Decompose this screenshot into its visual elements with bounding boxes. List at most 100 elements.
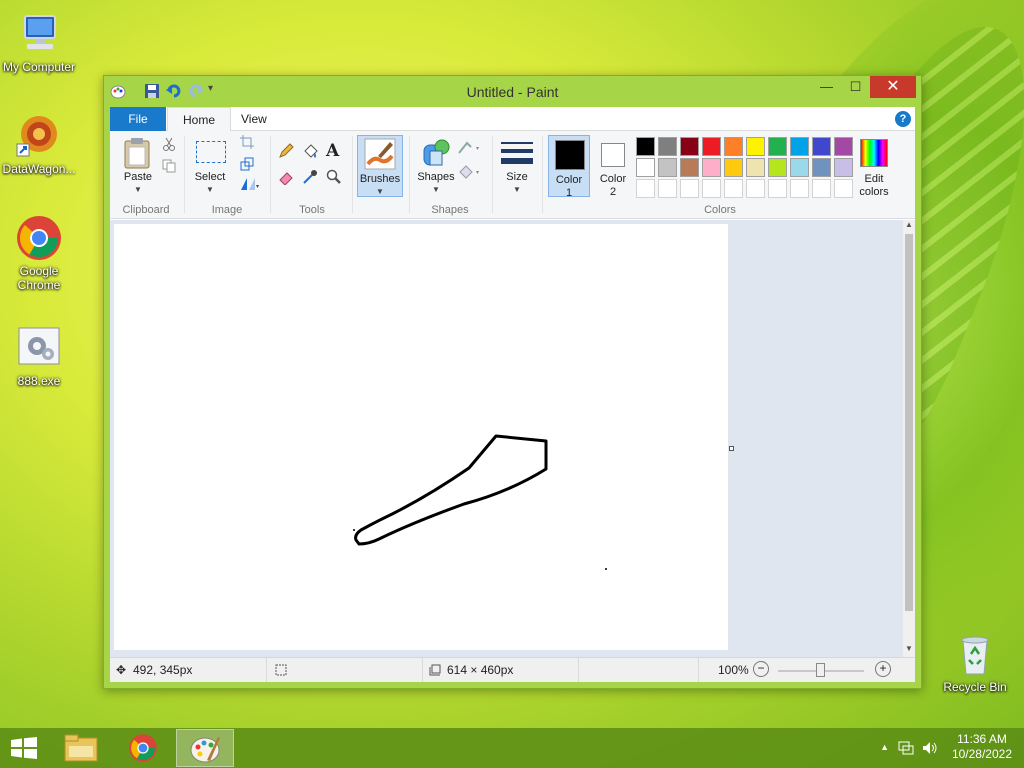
- color-swatch[interactable]: [636, 158, 655, 177]
- color-swatch[interactable]: [746, 158, 765, 177]
- colors-group-label: Colors: [704, 204, 736, 216]
- color-swatch[interactable]: [746, 137, 765, 156]
- color-swatch[interactable]: [724, 158, 743, 177]
- color-swatch[interactable]: [812, 179, 831, 198]
- fill-bucket-icon[interactable]: [302, 143, 318, 162]
- system-clock[interactable]: 11:36 AM 10/28/2022: [952, 732, 1012, 762]
- color-swatch[interactable]: [746, 179, 765, 198]
- scroll-up-icon[interactable]: ▲: [903, 220, 915, 233]
- taskbar-paint[interactable]: [176, 729, 234, 767]
- color-swatch[interactable]: [658, 137, 677, 156]
- color-swatch[interactable]: [790, 137, 809, 156]
- ribbon-separator: [542, 136, 543, 213]
- desktop-icon-recycle-bin[interactable]: Recycle Bin: [936, 630, 1014, 694]
- shapes-button[interactable]: Shapes ▼: [414, 135, 458, 195]
- line-size-icon: [501, 142, 533, 164]
- taskbar-chrome[interactable]: [114, 729, 172, 767]
- brushes-button[interactable]: Brushes ▼: [357, 135, 403, 197]
- ribbon: Paste ▼ Clipboard Select ▼ Image A Tools…: [110, 131, 915, 219]
- color-swatch[interactable]: [680, 179, 699, 198]
- drawing-canvas[interactable]: [114, 224, 728, 650]
- cut-icon[interactable]: [162, 137, 176, 154]
- zoom-out-icon[interactable]: −: [753, 661, 769, 677]
- color-swatch[interactable]: [636, 137, 655, 156]
- color-swatch[interactable]: [680, 137, 699, 156]
- magnifier-icon[interactable]: [326, 169, 342, 188]
- ribbon-separator: [409, 136, 410, 213]
- color-swatch[interactable]: [702, 137, 721, 156]
- tab-view[interactable]: View: [226, 107, 282, 131]
- eraser-icon[interactable]: [278, 169, 294, 188]
- volume-icon[interactable]: [922, 740, 938, 759]
- rotate-icon[interactable]: [240, 177, 260, 194]
- scroll-down-icon[interactable]: ▼: [903, 644, 915, 657]
- start-button[interactable]: [0, 729, 48, 767]
- paste-button[interactable]: Paste ▼: [118, 135, 158, 195]
- tab-home[interactable]: Home: [167, 107, 232, 132]
- desktop-icon-888-exe[interactable]: 888.exe: [0, 324, 78, 388]
- pencil-icon[interactable]: [278, 143, 294, 162]
- show-hidden-icons-icon[interactable]: ▲: [880, 742, 889, 752]
- canvas-area: [110, 220, 903, 657]
- desktop-icon-label: Google Chrome: [17, 264, 61, 292]
- fill-icon[interactable]: [458, 165, 482, 182]
- color-swatch[interactable]: [768, 179, 787, 198]
- color2-label-line1: Color: [599, 173, 627, 185]
- color-swatch[interactable]: [812, 137, 831, 156]
- zoom-slider-thumb[interactable]: [816, 663, 825, 677]
- color2-label-line2: 2: [609, 186, 617, 198]
- color-swatch[interactable]: [812, 158, 831, 177]
- color-swatch[interactable]: [790, 179, 809, 198]
- color-swatch[interactable]: [724, 179, 743, 198]
- color1-button[interactable]: Color 1: [548, 135, 590, 200]
- scrollbar-thumb[interactable]: [905, 234, 913, 611]
- select-button[interactable]: Select ▼: [190, 135, 230, 195]
- folder-icon: [64, 734, 98, 762]
- chrome-icon: [129, 734, 157, 762]
- minimize-button[interactable]: —: [812, 76, 841, 98]
- zoom-in-icon[interactable]: +: [875, 661, 891, 677]
- color-swatch[interactable]: [834, 179, 853, 198]
- taskbar-file-explorer[interactable]: [52, 729, 110, 767]
- clipboard-group-label: Clipboard: [122, 204, 170, 216]
- color-picker-icon[interactable]: [302, 169, 318, 188]
- color-swatch[interactable]: [658, 179, 677, 198]
- size-button[interactable]: Size ▼: [498, 135, 536, 195]
- color-swatch[interactable]: [834, 158, 853, 177]
- color2-swatch: [601, 143, 625, 167]
- image-group-label: Image: [211, 204, 243, 216]
- network-icon[interactable]: [898, 740, 914, 759]
- crop-icon[interactable]: [240, 135, 254, 152]
- color-swatch[interactable]: [658, 158, 677, 177]
- tab-file[interactable]: File: [110, 107, 166, 131]
- color-swatch[interactable]: [834, 137, 853, 156]
- color-swatch[interactable]: [702, 158, 721, 177]
- desktop-icon-google-chrome[interactable]: Google Chrome: [0, 214, 78, 292]
- copy-icon[interactable]: [162, 159, 176, 176]
- color2-button[interactable]: Color 2: [592, 135, 634, 198]
- desktop-icon-my-computer[interactable]: My Computer: [0, 10, 78, 74]
- color-swatch[interactable]: [636, 179, 655, 198]
- image-size-icon: [428, 663, 442, 680]
- color1-label: Color 1: [549, 174, 589, 200]
- edit-colors-button[interactable]: Edit colors: [855, 135, 893, 198]
- color-swatch[interactable]: [768, 137, 787, 156]
- maximize-button[interactable]: ☐: [841, 76, 870, 98]
- size-label: Size: [506, 171, 528, 183]
- color-swatch[interactable]: [702, 179, 721, 198]
- color-swatch[interactable]: [680, 158, 699, 177]
- help-icon[interactable]: ?: [895, 111, 911, 127]
- canvas-resize-handle[interactable]: [729, 446, 734, 451]
- text-tool-icon[interactable]: A: [326, 141, 339, 161]
- desktop-icon-datawagon[interactable]: DataWagon...: [0, 112, 78, 176]
- color-swatch[interactable]: [724, 137, 743, 156]
- color1-swatch: [555, 140, 585, 170]
- color-swatch[interactable]: [768, 158, 787, 177]
- resize-icon[interactable]: [240, 157, 254, 174]
- desktop-icon-label: 888.exe: [17, 374, 61, 388]
- outline-icon[interactable]: [458, 141, 482, 158]
- title-bar[interactable]: ▾ Untitled - Paint — ☐ ✕: [104, 76, 921, 107]
- vertical-scrollbar[interactable]: ▲ ▼: [903, 220, 915, 657]
- color-swatch[interactable]: [790, 158, 809, 177]
- close-button[interactable]: ✕: [870, 76, 916, 98]
